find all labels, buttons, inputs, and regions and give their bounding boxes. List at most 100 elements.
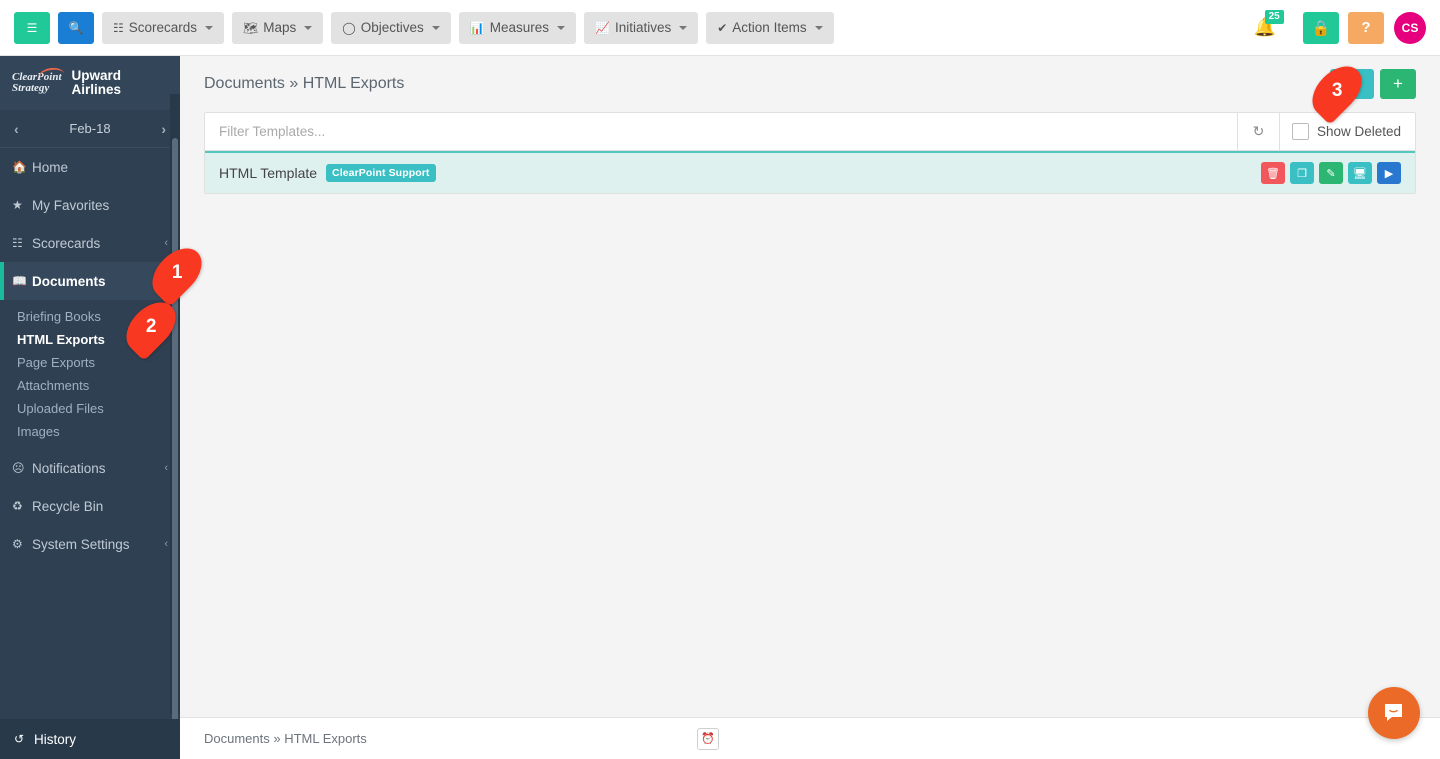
sidebar-subitem-images[interactable]: Images [0, 420, 180, 443]
period-selector: ‹ Feb-18 › [0, 110, 180, 148]
hamburger-icon: ☰ [27, 22, 38, 34]
nav-menu-measures[interactable]: 📊 Measures [459, 12, 576, 44]
brand-header[interactable]: ClearPoint Strategy Upward Airlines [0, 56, 180, 110]
organization-name: Upward Airlines [72, 69, 122, 97]
home-icon: 🏠 [12, 160, 32, 174]
nav-menu-measures-label: Measures [490, 20, 549, 35]
sitemap-icon: ☷ [12, 236, 32, 250]
chevron-down-icon [815, 26, 823, 30]
star-icon: ★ [12, 198, 32, 212]
top-navigation-bar: ☰ 🔍 ☷ Scorecards 🗺 Maps ◯ Objectives 📊 M… [0, 0, 1440, 56]
clearpoint-logo: ClearPoint Strategy [12, 72, 62, 94]
org-line-2: Airlines [72, 83, 122, 97]
sidebar-subitem-page-exports[interactable]: Page Exports [0, 351, 180, 374]
sidebar-item-recycle-bin-label: Recycle Bin [32, 499, 168, 514]
recycle-icon: ♻ [12, 499, 32, 513]
sidebar-item-scorecards-label: Scorecards [32, 236, 164, 251]
nav-menu-objectives[interactable]: ◯ Objectives [331, 12, 450, 44]
period-next-button[interactable]: › [161, 121, 166, 137]
gear-icon: ⚙ [12, 537, 32, 551]
nav-menu-initiatives[interactable]: 📈 Initiatives [584, 12, 698, 44]
sidebar-item-system-settings-label: System Settings [32, 537, 164, 552]
refresh-icon: ↻ [1253, 123, 1265, 140]
run-button[interactable]: ▶ [1377, 162, 1401, 184]
callout-pin-2-number: 2 [146, 316, 157, 338]
templates-panel: ↻ Show Deleted HTML Template ClearPoint … [204, 112, 1416, 194]
pencil-icon: ✎ [1326, 167, 1335, 180]
lock-button[interactable]: 🔒 [1303, 12, 1339, 44]
period-prev-button[interactable]: ‹ [14, 121, 19, 137]
search-button[interactable]: 🔍 [58, 12, 94, 44]
chevron-down-icon [432, 26, 440, 30]
copy-button[interactable]: ❐ [1290, 162, 1314, 184]
book-icon: 📖 [12, 274, 32, 288]
delete-button[interactable]: 🗑 [1261, 162, 1285, 184]
show-deleted-label: Show Deleted [1317, 124, 1401, 139]
sidebar-subitem-briefing-books-label: Briefing Books [17, 309, 101, 324]
status-badge: ClearPoint Support [326, 164, 435, 182]
history-clock-button[interactable]: ⏰ [697, 728, 719, 750]
filter-row: ↻ Show Deleted [205, 113, 1415, 151]
sidebar-subitem-html-exports-label: HTML Exports [17, 332, 105, 347]
nav-menu-scorecards[interactable]: ☷ Scorecards [102, 12, 224, 44]
hamburger-menu-button[interactable]: ☰ [14, 12, 50, 44]
notification-count-badge: 25 [1265, 10, 1284, 24]
filter-templates-input[interactable] [205, 113, 1237, 150]
chevron-down-icon [557, 26, 565, 30]
notifications-button[interactable]: 🔔 25 [1254, 17, 1276, 38]
table-row[interactable]: HTML Template ClearPoint Support 🗑 ❐ ✎ 🖥… [205, 151, 1415, 193]
sidebar-item-home[interactable]: 🏠 Home [0, 148, 180, 186]
callout-pin-3-number: 3 [1332, 80, 1343, 102]
refresh-button[interactable]: ↻ [1237, 113, 1279, 150]
breadcrumb: Documents » HTML Exports [204, 731, 367, 746]
period-label: Feb-18 [69, 121, 110, 136]
add-template-button[interactable]: + [1380, 69, 1416, 99]
search-icon: 🔍 [69, 22, 84, 34]
sidebar-subitem-attachments[interactable]: Attachments [0, 374, 180, 397]
sidebar: ClearPoint Strategy Upward Airlines ‹ Fe… [0, 56, 180, 759]
show-deleted-checkbox[interactable] [1292, 123, 1309, 140]
sidebar-item-history[interactable]: ↺ History [0, 719, 180, 759]
preview-button[interactable]: 🖥 [1348, 162, 1372, 184]
sidebar-subitem-page-exports-label: Page Exports [17, 355, 95, 370]
nav-menu-action-items[interactable]: ✔ Action Items [706, 12, 833, 44]
nav-menu-maps[interactable]: 🗺 Maps [232, 12, 323, 44]
help-button[interactable]: ? [1348, 12, 1384, 44]
row-action-buttons: 🗑 ❐ ✎ 🖥 ▶ [1261, 162, 1401, 184]
edit-button[interactable]: ✎ [1319, 162, 1343, 184]
play-icon: ▶ [1385, 167, 1393, 180]
sidebar-item-recycle-bin[interactable]: ♻ Recycle Bin [0, 487, 180, 525]
nav-menu-objectives-label: Objectives [361, 20, 424, 35]
sitemap-icon: ☷ [113, 22, 124, 34]
page-footer: Documents » HTML Exports ⏰ [180, 717, 1440, 759]
logo-line-2: Strategy [12, 82, 49, 94]
sidebar-subitem-images-label: Images [17, 424, 60, 439]
history-icon: ↺ [14, 732, 34, 746]
chevron-left-icon: ‹ [164, 237, 168, 249]
sidebar-item-notifications[interactable]: ☹ Notifications ‹ [0, 449, 180, 487]
nav-menu-scorecards-label: Scorecards [129, 20, 197, 35]
nav-menu-initiatives-label: Initiatives [615, 20, 671, 35]
chat-launcher-button[interactable] [1368, 687, 1420, 739]
show-deleted-toggle[interactable]: Show Deleted [1279, 113, 1415, 150]
sidebar-item-my-favorites[interactable]: ★ My Favorites [0, 186, 180, 224]
sidebar-item-home-label: Home [32, 160, 168, 175]
bell-icon: ☹ [12, 461, 32, 475]
sidebar-item-notifications-label: Notifications [32, 461, 164, 476]
sidebar-subitem-uploaded-files[interactable]: Uploaded Files [0, 397, 180, 420]
sidebar-item-scorecards[interactable]: ☷ Scorecards ‹ [0, 224, 180, 262]
sidebar-item-system-settings[interactable]: ⚙ System Settings ‹ [0, 525, 180, 563]
trash-icon: 🗑 [1266, 167, 1280, 180]
nav-menu-maps-label: Maps [263, 20, 296, 35]
chevron-left-icon: ‹ [164, 538, 168, 550]
avatar[interactable]: CS [1394, 12, 1426, 44]
main-content: Documents » HTML Exports ⚙ + ↻ Show Dele… [180, 56, 1440, 759]
chart-line-icon: 📈 [595, 22, 610, 34]
chevron-down-icon [679, 26, 687, 30]
copy-icon: ❐ [1297, 167, 1307, 180]
cube-icon: ◯ [342, 22, 355, 34]
sidebar-subitem-uploaded-files-label: Uploaded Files [17, 401, 104, 416]
org-line-1: Upward [72, 69, 122, 83]
map-icon: 🗺 [243, 22, 258, 34]
sidebar-item-history-label: History [34, 732, 76, 747]
